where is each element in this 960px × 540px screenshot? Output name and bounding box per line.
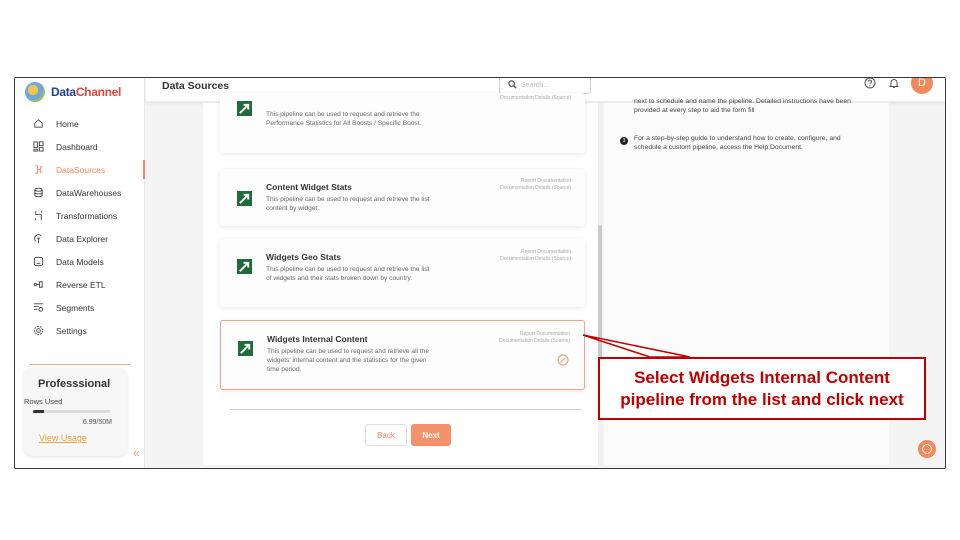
avatar[interactable]: D bbox=[911, 78, 933, 94]
sidebar-item-label: Home bbox=[56, 118, 79, 129]
sidebar-item-label: DataSources bbox=[56, 164, 106, 175]
plan-title: Professsional bbox=[38, 378, 111, 390]
sidebar: DataChannel Home Dashboard DataSources D… bbox=[15, 78, 145, 468]
database-icon bbox=[32, 187, 44, 199]
documentation-details-link[interactable]: Documentation Details (Source) bbox=[500, 185, 571, 191]
usage-value: 6.99/50M bbox=[82, 419, 112, 426]
sidebar-item-label: Segments bbox=[56, 302, 95, 313]
transform-icon bbox=[32, 210, 44, 222]
plan-card: Professsional Rows Used 6.99/50M View Us… bbox=[24, 368, 127, 456]
chat-icon bbox=[922, 444, 932, 454]
pipeline-card[interactable]: Content Widget Stats This pipeline can b… bbox=[220, 169, 585, 226]
pipeline-thumb-icon bbox=[237, 191, 252, 206]
pipeline-list: This pipeline can be used to request and… bbox=[203, 93, 599, 465]
report-documentation-link[interactable]: Report Documentation bbox=[520, 331, 570, 337]
sidebar-item-datasources[interactable]: DataSources bbox=[15, 158, 145, 181]
pipeline-description: This pipeline can be used to request and… bbox=[266, 111, 422, 127]
collapse-sidebar-icon[interactable]: « bbox=[133, 446, 140, 460]
annotation-line: pipeline from the list and click next bbox=[620, 389, 904, 409]
brand-name: DataChannel bbox=[51, 85, 122, 99]
header-actions: D bbox=[863, 78, 933, 94]
documentation-details-link[interactable]: Documentation Details (Source) bbox=[500, 256, 571, 262]
pipeline-thumb-icon bbox=[238, 341, 253, 356]
pipeline-name: Widgets Geo Stats bbox=[266, 252, 342, 262]
help-step-text: next to schedule and name the pipeline. … bbox=[634, 98, 851, 114]
sidebar-item-label: DataWarehouses bbox=[56, 187, 122, 198]
sidebar-item-label: Settings bbox=[56, 325, 87, 336]
page-title: Data Sources bbox=[162, 80, 230, 92]
sidebar-item-reverse-etl[interactable]: Reverse ETL bbox=[15, 273, 145, 296]
pipeline-card[interactable]: Widgets Geo Stats This pipeline can be u… bbox=[220, 239, 585, 307]
sidebar-nav: Home Dashboard DataSources DataWarehouse… bbox=[15, 112, 145, 342]
next-button[interactable]: Next bbox=[411, 424, 451, 446]
search-icon bbox=[508, 78, 517, 94]
pipeline-description: This pipeline can be used to request and… bbox=[266, 266, 430, 282]
pipeline-name: Content Widget Stats bbox=[266, 182, 352, 192]
datasources-icon bbox=[32, 164, 44, 176]
usage-progress-fill bbox=[33, 410, 44, 413]
home-icon bbox=[32, 118, 44, 130]
pipeline-card-selected[interactable]: Widgets Internal Content This pipeline c… bbox=[220, 320, 585, 390]
pipeline-links[interactable]: Report Documentation Documentation Detail… bbox=[499, 331, 570, 345]
sidebar-item-settings[interactable]: Settings bbox=[15, 319, 145, 342]
models-icon bbox=[32, 256, 44, 268]
bell-icon[interactable] bbox=[887, 78, 901, 90]
pipeline-description: This pipeline can be used to request and… bbox=[267, 348, 430, 373]
sidebar-item-label: Data Explorer bbox=[56, 233, 108, 244]
sidebar-item-home[interactable]: Home bbox=[15, 112, 145, 135]
usage-progress-bar bbox=[33, 410, 110, 413]
view-usage-link[interactable]: View Usage bbox=[39, 433, 87, 443]
pipeline-name: Widgets Internal Content bbox=[267, 334, 368, 344]
segments-icon bbox=[32, 302, 44, 314]
scrollbar-thumb[interactable] bbox=[598, 225, 602, 365]
pipeline-links[interactable]: Report Documentation Documentation Detail… bbox=[500, 249, 571, 263]
sidebar-item-dashboard[interactable]: Dashboard bbox=[15, 135, 145, 158]
reverse-etl-icon bbox=[32, 279, 44, 291]
search-placeholder: Search... bbox=[521, 81, 550, 89]
dashboard-icon bbox=[32, 141, 44, 153]
back-button[interactable]: Back bbox=[365, 424, 407, 446]
step-number-badge: 3 bbox=[620, 137, 628, 145]
sidebar-item-data-explorer[interactable]: Data Explorer bbox=[15, 227, 145, 250]
pipeline-card[interactable]: This pipeline can be used to request and… bbox=[220, 93, 585, 153]
plan-divider bbox=[29, 364, 131, 365]
documentation-details-link[interactable]: Documentation Details (Source) bbox=[499, 338, 570, 344]
annotation-callout: Select Widgets Internal Content pipeline… bbox=[598, 357, 926, 420]
settings-icon bbox=[32, 325, 44, 337]
sidebar-item-datawarehouses[interactable]: DataWarehouses bbox=[15, 181, 145, 204]
report-documentation-link[interactable]: Report Documentation bbox=[521, 249, 571, 255]
pipeline-thumb-icon bbox=[237, 259, 252, 274]
pipeline-links[interactable]: Report Documentation Documentation Detail… bbox=[500, 178, 571, 192]
help-icon[interactable] bbox=[863, 78, 877, 90]
explorer-icon bbox=[32, 233, 44, 245]
selected-check-icon bbox=[557, 353, 569, 366]
help-step-text: For a step-by-step guide to understand h… bbox=[634, 135, 841, 151]
sidebar-item-label: Transformations bbox=[56, 210, 118, 221]
sidebar-item-segments[interactable]: Segments bbox=[15, 296, 145, 319]
sidebar-item-label: Dashboard bbox=[56, 141, 98, 152]
rows-used-label: Rows Used bbox=[24, 397, 63, 406]
pipeline-thumb-icon bbox=[237, 101, 252, 116]
search-input[interactable]: Search... bbox=[499, 78, 591, 94]
pipeline-links[interactable]: Documentation Details (Source) bbox=[500, 95, 571, 102]
logo-mark-icon bbox=[25, 82, 45, 102]
pipeline-description: This pipeline can be used to request and… bbox=[266, 196, 430, 212]
sidebar-item-label: Reverse ETL bbox=[56, 279, 106, 290]
documentation-details-link[interactable]: Documentation Details (Source) bbox=[500, 95, 571, 101]
annotation-line: Select Widgets Internal Content bbox=[634, 367, 890, 387]
sidebar-item-data-models[interactable]: Data Models bbox=[15, 250, 145, 273]
brand-logo[interactable]: DataChannel bbox=[25, 81, 121, 103]
sidebar-item-label: Data Models bbox=[56, 256, 104, 267]
report-documentation-link[interactable]: Report Documentation bbox=[521, 178, 571, 184]
list-divider bbox=[230, 409, 581, 410]
sidebar-item-transformations[interactable]: Transformations bbox=[15, 204, 145, 227]
chat-support-button[interactable] bbox=[918, 440, 936, 458]
